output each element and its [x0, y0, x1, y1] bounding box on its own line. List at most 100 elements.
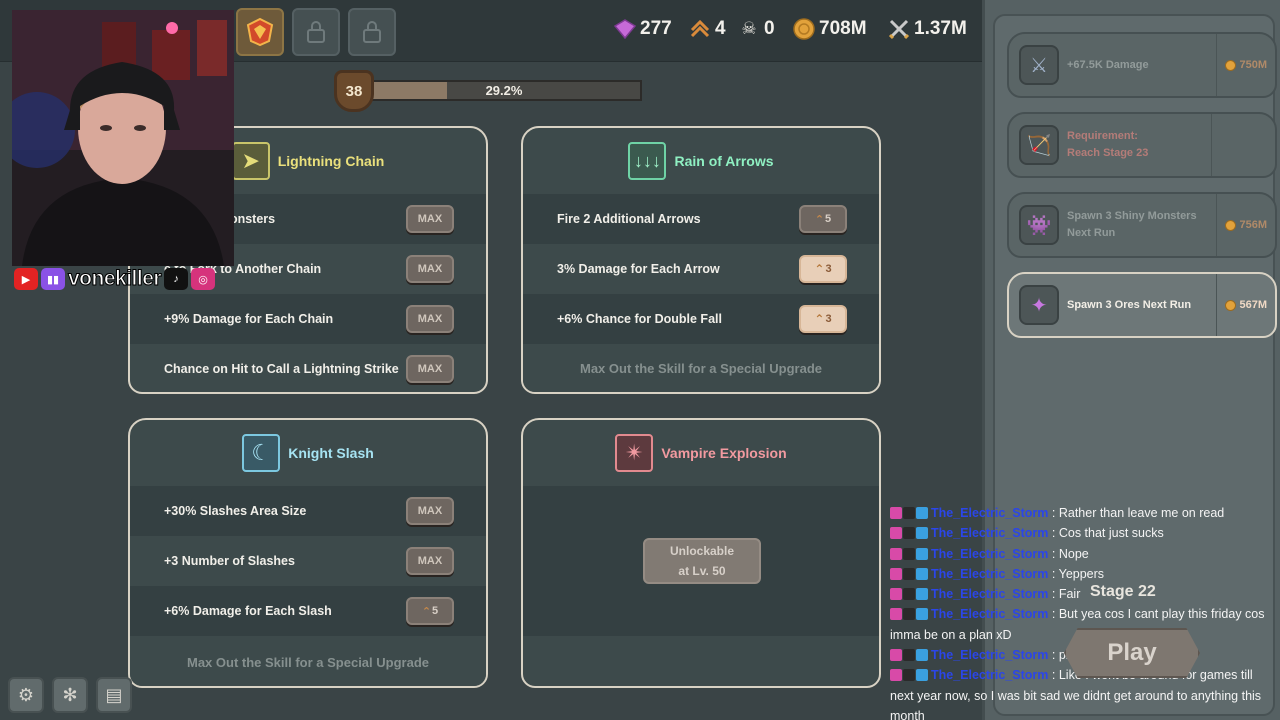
chat-username[interactable]: The_Electric_Storm: [931, 668, 1048, 682]
upgrade-cost: 756M: [1216, 194, 1267, 256]
chat-username[interactable]: The_Electric_Storm: [931, 506, 1048, 520]
cost-value: 750M: [1239, 59, 1267, 71]
chat-username[interactable]: The_Electric_Storm: [931, 567, 1048, 581]
chat-text: Fair: [1058, 587, 1081, 602]
chat-separator: :: [1048, 506, 1059, 520]
chat-overlay: The_Electric_Storm : Rather than leave m…: [890, 503, 1278, 720]
upgrade-label: +67.5K Damage: [1067, 58, 1149, 71]
chat-separator: :: [1048, 587, 1059, 602]
upgrade-button[interactable]: ⌃ 3: [799, 255, 847, 283]
rank-chevron-icon: [689, 18, 711, 40]
chat-badges: [890, 527, 928, 540]
chat-text: Nope: [1058, 546, 1089, 561]
chat-badges: [890, 588, 928, 601]
bow-icon: 🏹: [1019, 125, 1059, 165]
perks-icon[interactable]: ✻: [52, 677, 88, 713]
unlock-button[interactable]: Unlockable at Lv. 50: [643, 538, 761, 584]
skill-header: ☾ Knight Slash: [130, 420, 486, 486]
chat-text: Cos that just sucks: [1058, 526, 1164, 541]
heart-badge-icon: [890, 669, 902, 682]
slash-icon: ☾: [242, 434, 281, 472]
crown-badge-icon: [916, 649, 928, 662]
chat-username[interactable]: The_Electric_Storm: [931, 526, 1048, 540]
unlock-line-2: at Lv. 50: [678, 564, 726, 578]
chat-separator: :: [1048, 648, 1059, 663]
skill-row-label: +6% Chance for Double Fall: [557, 312, 722, 326]
tiktok-icon[interactable]: ♪: [164, 268, 189, 290]
upgrade-cost: 567M: [1216, 274, 1267, 336]
chat-username[interactable]: The_Electric_Storm: [931, 547, 1048, 561]
play-button[interactable]: Play: [1064, 628, 1200, 678]
upgrade-card-ores[interactable]: ✦ Spawn 3 Ores Next Run 567M: [1007, 272, 1277, 338]
upgrade-button[interactable]: ⌃ 3: [799, 305, 847, 333]
max-button[interactable]: MAX: [406, 497, 454, 525]
twitch-icon[interactable]: ▮▮: [41, 268, 65, 290]
upgrade-cost: 3: [825, 263, 832, 275]
chat-separator: :: [1048, 607, 1059, 622]
chat-message: The_Electric_Storm : Rather than leave m…: [890, 503, 1278, 523]
chat-username[interactable]: The_Electric_Storm: [931, 607, 1048, 621]
kills-counter: ☠ 0: [738, 18, 775, 40]
skill-title: Knight Slash: [288, 445, 374, 461]
skill-row: 3% Damage for Each Arrow ⌃ 3: [523, 244, 879, 294]
skill-title: Vampire Explosion: [661, 445, 787, 461]
crown-badge-icon: [916, 567, 928, 580]
locked-slot-2[interactable]: [348, 8, 396, 56]
lock-icon: [363, 21, 381, 43]
stage-label: Stage 22: [1090, 583, 1156, 600]
chat-badges: [890, 649, 928, 662]
upgrade-card-damage[interactable]: ⚔ +67.5K Damage 750M: [1007, 32, 1277, 98]
skull-icon: ☠: [741, 19, 757, 38]
upgrade-cost-empty: [1211, 114, 1267, 176]
chat-username[interactable]: The_Electric_Storm: [931, 648, 1048, 662]
heart-badge-icon: [890, 608, 902, 621]
arrows-icon: ↓↓↓: [628, 142, 667, 180]
skill-row: +3 Number of Slashes MAX: [130, 536, 486, 586]
chat-username[interactable]: The_Electric_Storm: [931, 587, 1048, 601]
locked-slot-1[interactable]: [292, 8, 340, 56]
shield-gem-icon: [246, 17, 274, 47]
youtube-icon[interactable]: ▶: [14, 268, 38, 290]
streamer-handle: vonekiller: [67, 267, 162, 291]
max-button[interactable]: MAX: [406, 305, 454, 333]
upgrade-button[interactable]: ⌃ 5: [406, 597, 454, 625]
webcam-overlay: [12, 10, 234, 266]
special-upgrade-hint: Max Out the Skill for a Special Upgrade: [523, 344, 879, 392]
drop-badge-icon: [903, 588, 915, 601]
crown-badge-icon: [916, 588, 928, 601]
lock-icon: [307, 21, 325, 43]
chat-separator: :: [1048, 546, 1059, 561]
skill-panel-rain-of-arrows: ↓↓↓ Rain of Arrows Fire 2 Additional Arr…: [521, 126, 881, 394]
rank-chevron-icon: ⌃: [814, 312, 825, 326]
max-button[interactable]: MAX: [406, 255, 454, 283]
gems-value: 277: [640, 18, 672, 39]
level-value: 38: [345, 82, 363, 100]
upgrade-card-requirement[interactable]: 🏹 Requirement: Reach Stage 23: [1007, 112, 1277, 178]
heart-badge-icon: [890, 649, 902, 662]
skill-title: Rain of Arrows: [674, 153, 774, 169]
rank-chevron-icon: ⌃: [814, 213, 825, 226]
skill-panel-knight-slash: ☾ Knight Slash +30% Slashes Area Size MA…: [128, 418, 488, 688]
instagram-icon[interactable]: ◎: [191, 268, 216, 290]
upgrade-card-shiny-monsters[interactable]: 👾 Spawn 3 Shiny Monsters Next Run 756M: [1007, 192, 1277, 258]
equipped-slot[interactable]: [236, 8, 284, 56]
max-button[interactable]: MAX: [406, 355, 454, 383]
clipboard-icon[interactable]: ▤: [96, 677, 132, 713]
chat-separator: :: [1048, 668, 1059, 683]
cost-value: 567M: [1239, 299, 1267, 311]
special-upgrade-hint: Max Out the Skill for a Special Upgrade: [130, 638, 486, 686]
xp-percent: 29.2%: [485, 83, 523, 98]
drop-badge-icon: [903, 608, 915, 621]
max-button[interactable]: MAX: [406, 547, 454, 575]
max-button[interactable]: MAX: [406, 205, 454, 233]
settings-gear-icon[interactable]: ⚙: [8, 677, 44, 713]
upgrade-button[interactable]: ⌃ 5: [799, 205, 847, 233]
rank-counter: 4: [689, 18, 726, 40]
upgrade-cost: 5: [825, 213, 832, 225]
skill-row-label: +30% Slashes Area Size: [164, 504, 307, 518]
kills-value: 0: [764, 18, 775, 39]
drop-badge-icon: [903, 527, 915, 540]
gems-counter: 277: [614, 18, 672, 40]
drop-badge-icon: [903, 649, 915, 662]
crown-badge-icon: [916, 608, 928, 621]
